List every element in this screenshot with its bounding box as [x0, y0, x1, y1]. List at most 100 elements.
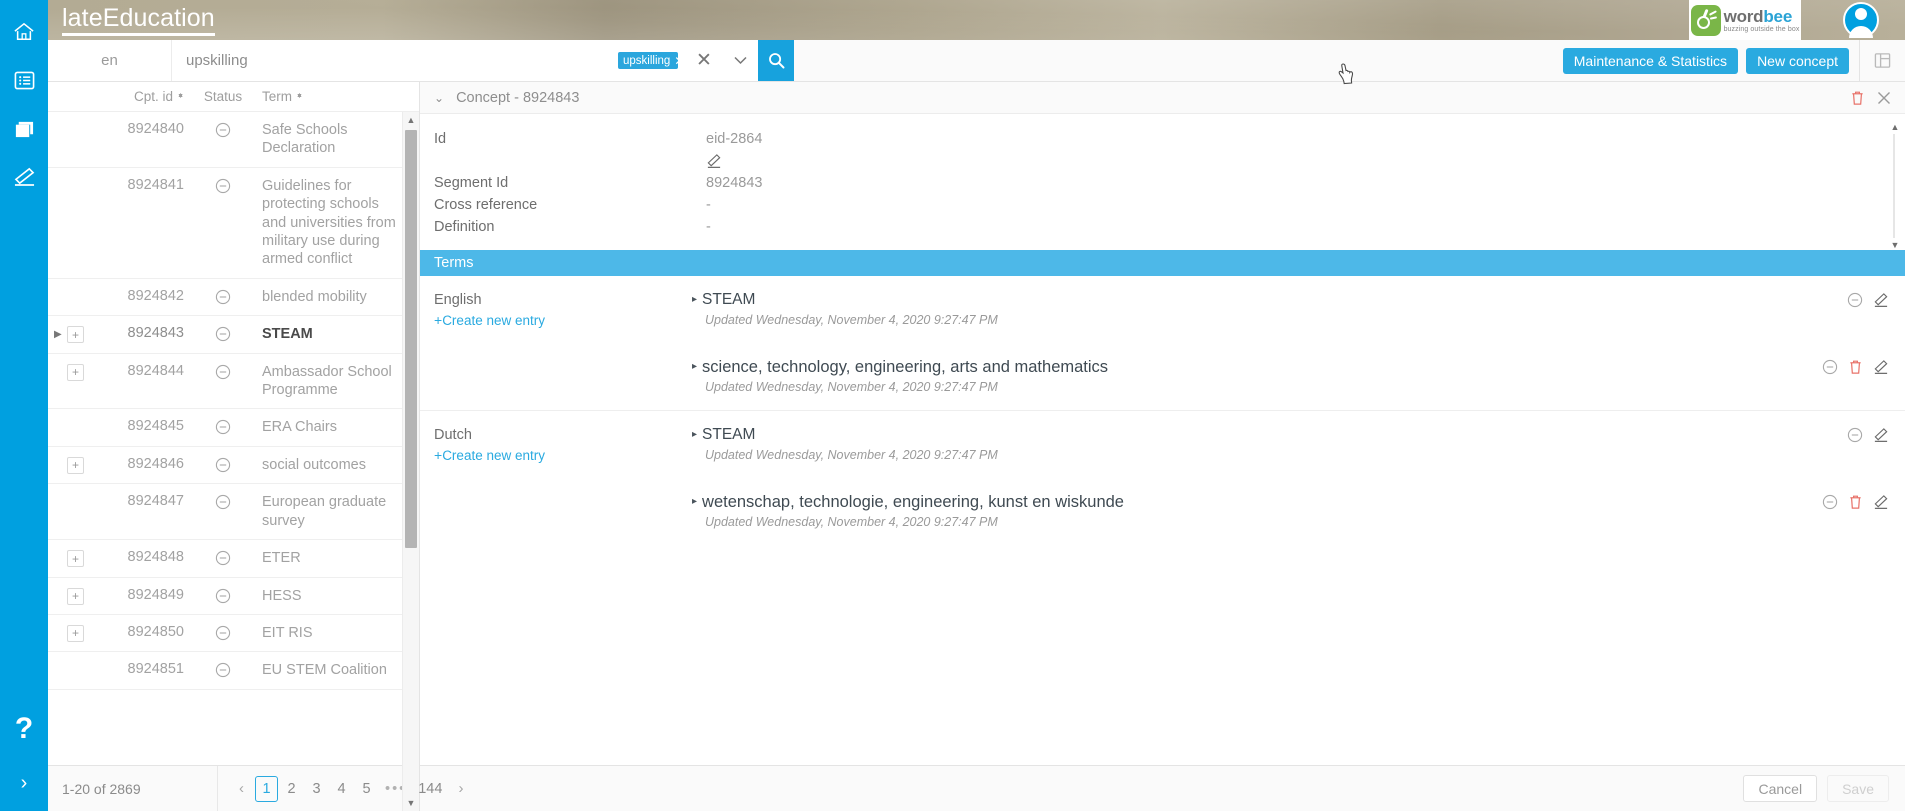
expand-rail-icon[interactable]: › — [2, 755, 46, 811]
circle-minus-icon[interactable] — [215, 419, 231, 435]
table-row[interactable]: 8924840Safe Schools Declaration — [48, 112, 419, 168]
circle-minus-icon[interactable] — [1822, 494, 1838, 510]
trash-button[interactable] — [1848, 359, 1863, 375]
table-row[interactable]: +8924850EIT RIS — [48, 615, 419, 652]
search-button[interactable] — [758, 40, 794, 81]
circle-minus-icon[interactable] — [215, 625, 231, 641]
pencil-icon[interactable] — [706, 153, 722, 169]
th-term[interactable]: Term ▲▼ — [254, 89, 419, 104]
search-filter-chip[interactable]: upskilling ✕ — [618, 52, 678, 69]
language-selector[interactable]: en — [48, 40, 172, 81]
table-row[interactable]: +8924849HESS — [48, 578, 419, 615]
search-input[interactable] — [186, 52, 618, 69]
row-status[interactable] — [192, 456, 254, 473]
expand-row-plus-icon[interactable]: + — [67, 326, 84, 343]
term-expand-caret-icon[interactable]: ▸ — [692, 492, 697, 512]
pagination-next[interactable]: › — [449, 776, 472, 802]
circle-minus-icon[interactable] — [215, 588, 231, 604]
fields-scroll-up-icon[interactable]: ▲ — [1888, 122, 1902, 132]
maintenance-statistics-button[interactable]: Maintenance & Statistics — [1563, 48, 1738, 74]
row-status[interactable] — [192, 418, 254, 435]
circle-minus-icon[interactable] — [1847, 427, 1863, 443]
sort-icon[interactable]: ▲▼ — [296, 96, 303, 97]
pencil-button[interactable] — [1873, 359, 1889, 375]
circle-minus-button[interactable] — [1822, 359, 1838, 375]
fields-scroll-down-icon[interactable]: ▼ — [1888, 240, 1902, 250]
pagination-page-2[interactable]: 2 — [280, 776, 303, 802]
row-status[interactable] — [192, 493, 254, 510]
row-status[interactable] — [192, 661, 254, 678]
table-row[interactable]: 8924842blended mobility — [48, 279, 419, 316]
pagination-page-4[interactable]: 4 — [330, 776, 353, 802]
panel-layout-icon[interactable] — [1859, 40, 1905, 81]
row-status[interactable] — [192, 325, 254, 342]
table-row[interactable]: +8924846social outcomes — [48, 447, 419, 484]
trash-icon[interactable] — [1848, 359, 1863, 375]
pencil-button[interactable] — [1873, 427, 1889, 443]
circle-minus-button[interactable] — [1822, 494, 1838, 510]
row-status[interactable] — [192, 121, 254, 138]
create-new-entry-link[interactable]: +Create new entry — [434, 310, 545, 331]
row-status[interactable] — [192, 624, 254, 641]
layers-icon[interactable] — [2, 104, 46, 152]
circle-minus-icon[interactable] — [215, 364, 231, 380]
close-concept-icon[interactable] — [1877, 91, 1891, 105]
term-title[interactable]: ▸STEAM — [692, 425, 1847, 445]
pencil-icon[interactable] — [1873, 359, 1889, 375]
trash-button[interactable] — [1848, 494, 1863, 510]
term-title[interactable]: ▸wetenschap, technologie, engineering, k… — [692, 492, 1822, 512]
row-status[interactable] — [192, 549, 254, 566]
term-expand-caret-icon[interactable]: ▸ — [692, 290, 697, 310]
circle-minus-icon[interactable] — [215, 178, 231, 194]
scrollbar-thumb[interactable] — [405, 130, 417, 548]
circle-minus-button[interactable] — [1847, 427, 1863, 443]
table-row[interactable]: +8924844Ambassador School Programme — [48, 354, 419, 410]
delete-concept-trash-icon[interactable] — [1850, 90, 1865, 106]
expand-row-plus-icon[interactable]: + — [67, 625, 84, 642]
th-cpt-id[interactable]: Cpt. id ▲▼ — [102, 89, 184, 104]
circle-minus-icon[interactable] — [215, 662, 231, 678]
pencil-button[interactable] — [1873, 292, 1889, 308]
circle-minus-icon[interactable] — [215, 550, 231, 566]
term-expand-caret-icon[interactable]: ▸ — [692, 357, 697, 377]
avatar[interactable] — [1843, 2, 1879, 38]
expand-row-plus-icon[interactable]: + — [67, 457, 84, 474]
pencil-icon[interactable] — [1873, 494, 1889, 510]
fields-scroll-track[interactable] — [1893, 134, 1895, 238]
circle-minus-icon[interactable] — [1822, 359, 1838, 375]
table-row[interactable]: 8924847European graduate survey — [48, 484, 419, 540]
circle-minus-icon[interactable] — [215, 494, 231, 510]
row-status[interactable] — [192, 587, 254, 604]
pagination-page-3[interactable]: 3 — [305, 776, 328, 802]
table-row[interactable]: 8924841Guidelines for protecting schools… — [48, 168, 419, 279]
user-avatar-icon[interactable] — [1843, 2, 1879, 38]
scroll-up-icon[interactable]: ▲ — [403, 112, 419, 128]
save-button[interactable]: Save — [1827, 775, 1889, 802]
circle-minus-icon[interactable] — [1847, 292, 1863, 308]
trash-icon[interactable] — [1848, 494, 1863, 510]
pagination-page-5[interactable]: 5 — [355, 776, 378, 802]
list-icon[interactable] — [2, 56, 46, 104]
term-expand-caret-icon[interactable]: ▸ — [692, 425, 697, 445]
sort-icon[interactable]: ▲▼ — [177, 96, 184, 97]
home-icon[interactable] — [2, 8, 46, 56]
clear-search-icon[interactable]: ✕ — [686, 40, 722, 81]
new-concept-button[interactable]: New concept — [1746, 48, 1849, 74]
help-icon[interactable]: ? — [2, 703, 46, 755]
expand-row-plus-icon[interactable]: + — [67, 588, 84, 605]
row-status[interactable] — [192, 363, 254, 380]
pencil-icon[interactable] — [1873, 292, 1889, 308]
term-title[interactable]: ▸STEAM — [692, 290, 1847, 310]
chip-close-icon[interactable]: ✕ — [674, 55, 678, 67]
expand-row-plus-icon[interactable]: + — [67, 364, 84, 381]
scroll-down-icon[interactable]: ▼ — [403, 795, 419, 811]
pencil-icon[interactable] — [2, 152, 46, 200]
edit-id-button[interactable] — [420, 150, 1905, 172]
circle-minus-button[interactable] — [1847, 292, 1863, 308]
row-status[interactable] — [192, 288, 254, 305]
circle-minus-icon[interactable] — [215, 457, 231, 473]
circle-minus-icon[interactable] — [215, 122, 231, 138]
pencil-button[interactable] — [1873, 494, 1889, 510]
concept-fields-scrollbar[interactable]: ▲ ▼ — [1888, 122, 1902, 250]
expand-row-plus-icon[interactable]: + — [67, 550, 84, 567]
